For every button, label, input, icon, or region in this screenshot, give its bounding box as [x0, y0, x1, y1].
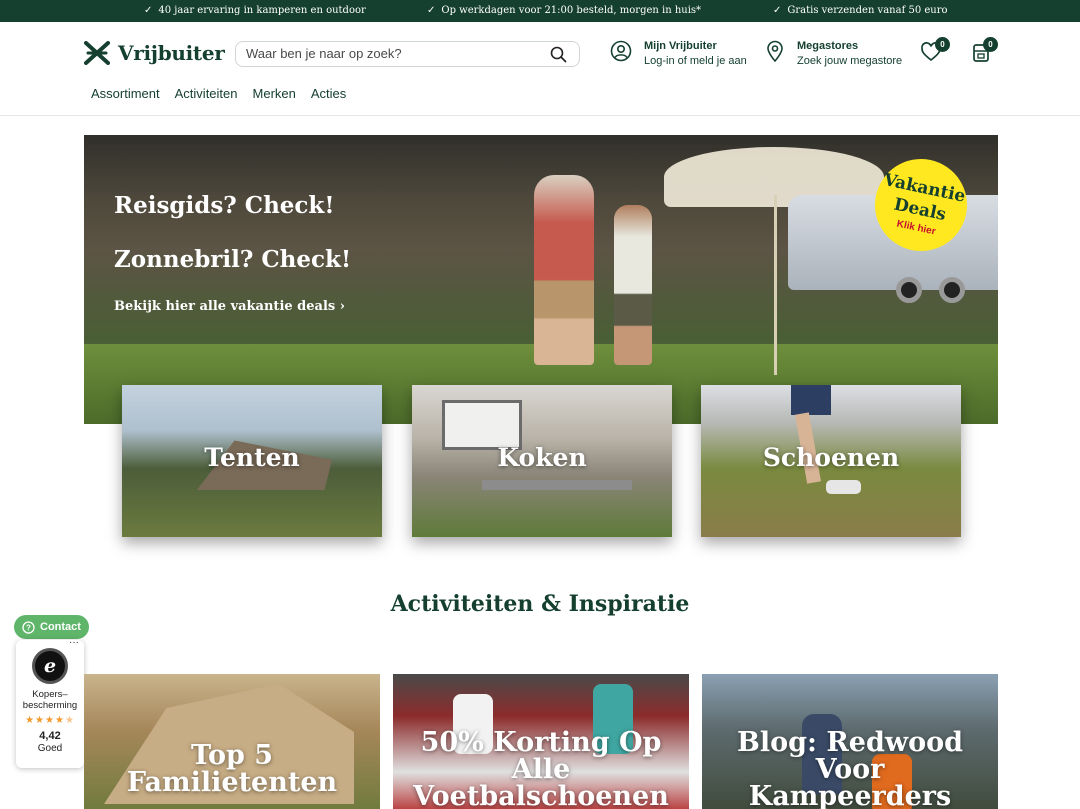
search-input[interactable] — [246, 46, 546, 61]
logo-text: Vrijbuiter — [118, 41, 225, 65]
trust-level: Goed — [37, 743, 63, 754]
usp-text: Op werkdagen voor 21:00 besteld, morgen … — [441, 5, 702, 16]
card-label: Blog: Redwood Voor Kampeerders — [737, 727, 963, 809]
search-box[interactable] — [235, 41, 580, 67]
account-title: Mijn Vrijbuiter — [644, 40, 717, 52]
cart-count-badge: 0 — [983, 37, 998, 52]
hero-caravan-wheel — [896, 277, 922, 303]
inspiration-card[interactable]: Blog: Redwood Voor Kampeerders — [702, 674, 998, 809]
category-label: Tenten — [204, 443, 300, 472]
shoe-image — [826, 480, 861, 494]
usp-item: ✓ Gratis verzenden vanaf 50 euro — [773, 5, 948, 16]
search-icon[interactable] — [550, 46, 567, 63]
check-icon: ✓ — [144, 5, 153, 16]
megastores-subtitle: Zoek jouw megastore — [797, 55, 903, 67]
trust-seal-icon: e — [32, 648, 68, 684]
usp-text: Gratis verzenden vanaf 50 euro — [787, 5, 948, 16]
category-tile-koken[interactable]: Koken — [412, 385, 672, 537]
nav-item-activiteiten[interactable]: Activiteiten — [175, 86, 238, 101]
inspiration-card[interactable]: Top 5 Familietenten — [84, 674, 380, 809]
inspiration-card[interactable]: 50% Korting Op Alle Voetbalschoenen — [393, 674, 689, 809]
site-header: Vrijbuiter Mijn Vrijbuiter Log-in of mel… — [0, 22, 1080, 116]
nav-item-merken[interactable]: Merken — [253, 86, 296, 101]
main-nav: Assortiment Activiteiten Merken Acties — [91, 86, 346, 101]
hero-person-image — [614, 205, 652, 365]
hero-person-image — [534, 175, 594, 365]
section-title: Activiteiten & Inspiratie — [390, 591, 690, 617]
megastores-title: Megastores — [797, 40, 859, 52]
hero-caravan-wheel — [939, 277, 965, 303]
rating-stars: ★★★★★ — [25, 715, 75, 726]
hero-deals-link[interactable]: Bekijk hier alle vakantie deals › — [114, 299, 345, 314]
contact-label: Contact — [40, 621, 81, 633]
wishlist-button[interactable]: 0 — [920, 37, 950, 68]
usp-item: ✓ 40 jaar ervaring in kamperen en outdoor — [144, 5, 366, 16]
hero-title: Reisgids? Check! Zonnebril? Check! — [114, 192, 352, 273]
table-image — [482, 480, 632, 490]
hero-umbrella-pole — [774, 195, 777, 375]
location-pin-icon — [767, 40, 783, 62]
megastores-link[interactable]: Megastores Zoek jouw megastore — [765, 40, 902, 67]
nav-item-acties[interactable]: Acties — [311, 86, 346, 101]
shorts-image — [791, 385, 831, 415]
help-icon: ? — [22, 620, 35, 634]
usp-item: ✓ Op werkdagen voor 21:00 besteld, morgen… — [427, 5, 701, 16]
wishlist-count-badge: 0 — [935, 37, 950, 52]
user-icon — [610, 40, 632, 62]
card-label: 50% Korting Op Alle Voetbalschoenen — [413, 727, 669, 809]
account-subtitle: Log-in of meld je aan — [644, 55, 747, 67]
trusted-shops-widget[interactable]: ··· e Kopers– bescherming ★★★★★ 4,42 Goe… — [16, 637, 84, 768]
card-label: Top 5 Familietenten — [126, 740, 338, 798]
trust-label: Kopers– bescherming — [22, 689, 78, 711]
cart-button[interactable]: 0 — [972, 37, 998, 68]
usp-text: 40 jaar ervaring in kamperen en outdoor — [158, 5, 366, 16]
check-icon: ✓ — [773, 5, 782, 16]
category-label: Koken — [497, 443, 587, 472]
logo-icon — [84, 41, 110, 65]
category-label: Schoenen — [762, 443, 900, 472]
logo[interactable]: Vrijbuiter — [84, 41, 225, 65]
category-tile-tenten[interactable]: Tenten — [122, 385, 382, 537]
nav-item-assortiment[interactable]: Assortiment — [91, 86, 160, 101]
usp-bar: ✓ 40 jaar ervaring in kamperen en outdoor… — [0, 0, 1080, 22]
contact-button[interactable]: ? Contact — [14, 615, 89, 639]
trust-score: 4,42 — [39, 730, 61, 742]
category-tile-schoenen[interactable]: Schoenen — [701, 385, 961, 537]
check-icon: ✓ — [427, 5, 436, 16]
more-options-icon[interactable]: ··· — [69, 637, 79, 648]
account-link[interactable]: Mijn Vrijbuiter Log-in of meld je aan — [610, 40, 747, 67]
svg-text:?: ? — [26, 623, 31, 632]
hero-banner[interactable]: Reisgids? Check! Zonnebril? Check! Bekij… — [84, 135, 998, 424]
